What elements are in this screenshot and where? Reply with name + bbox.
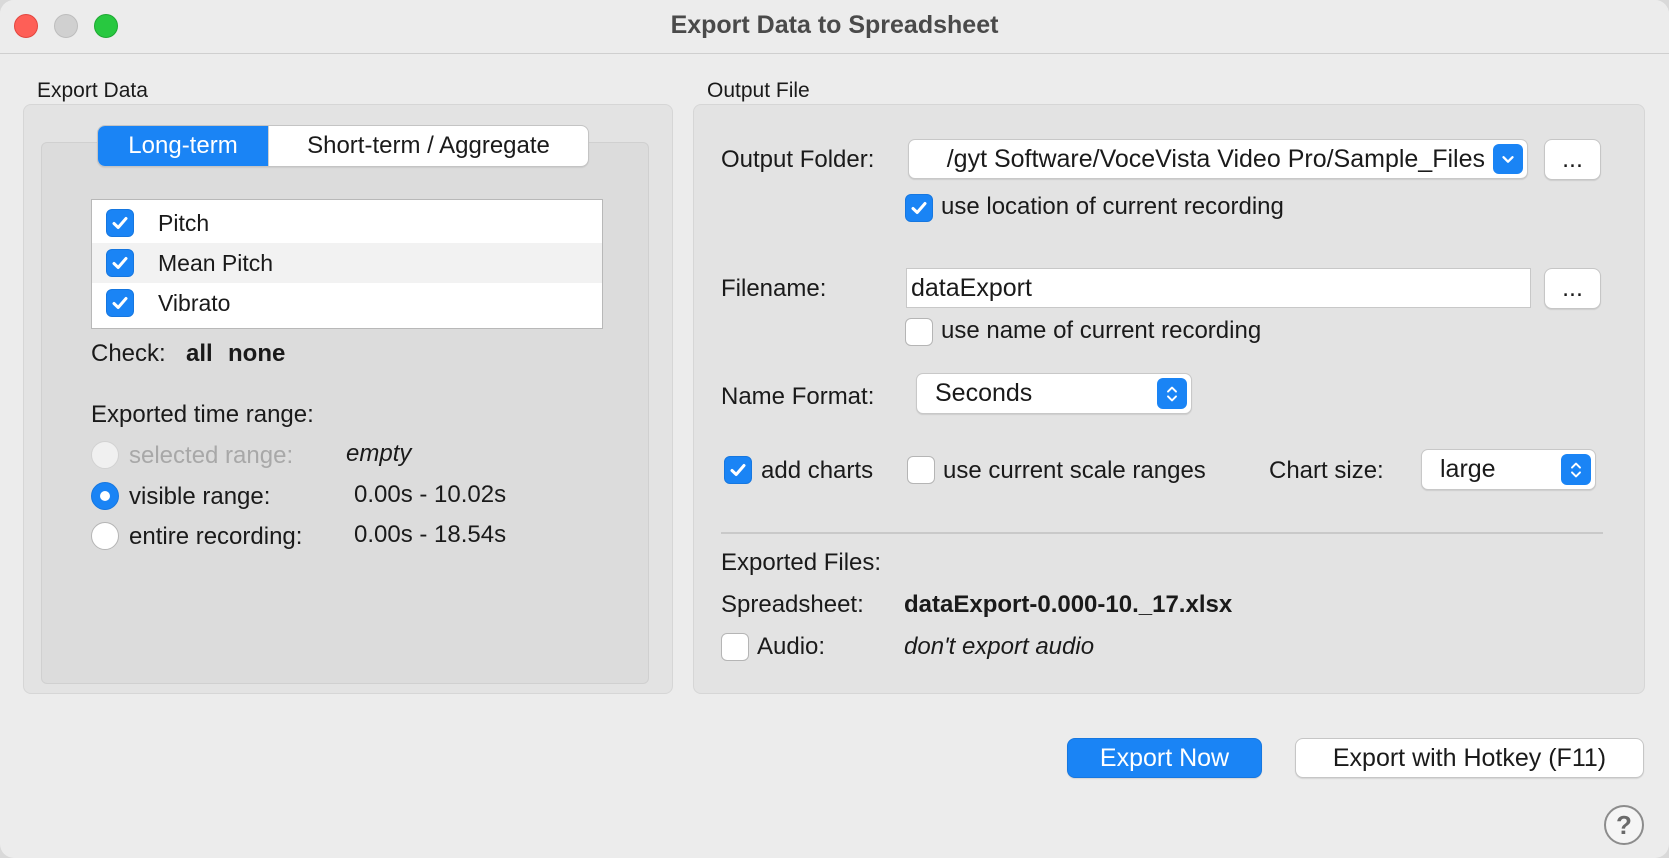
filename-input[interactable]: dataExport [906,268,1531,308]
time-range-label: Exported time range: [91,401,314,428]
updown-chevron-icon [1157,378,1187,409]
list-item-label: Mean Pitch [158,249,274,276]
export-now-button[interactable]: Export Now [1067,738,1262,778]
list-item[interactable]: Pitch [92,203,602,243]
list-item-label: Vibrato [158,289,231,316]
section-divider [721,532,1603,534]
visible-range-label: visible range: [129,483,271,510]
chart-size-label: Chart size: [1269,457,1384,484]
output-folder-value: /gyt Software/VoceVista Video Pro/Sample… [946,144,1485,173]
help-icon[interactable]: ? [1604,805,1644,845]
chevron-down-icon [1493,144,1523,174]
use-location-checkbox[interactable] [905,194,933,222]
title-bar: Export Data to Spreadsheet [0,0,1669,54]
use-location-label: use location of current recording [941,193,1284,220]
audio-checkbox[interactable] [721,633,749,661]
chart-size-select[interactable]: large [1421,449,1596,490]
filename-label: Filename: [721,275,827,302]
checkmark-icon [112,297,128,309]
checkmark-icon [112,217,128,229]
mean-pitch-checkbox[interactable] [106,249,134,277]
add-charts-label: add charts [761,457,874,484]
export-dialog-window: Export Data to Spreadsheet Export Data L… [0,0,1669,858]
tab-long-term[interactable]: Long-term [98,126,268,166]
filename-browse-button[interactable]: ... [1544,268,1601,309]
data-type-tabs: Long-term Short-term / Aggregate [97,125,589,167]
use-name-checkbox[interactable] [905,318,933,346]
check-none-link[interactable]: none [228,340,285,368]
checkmark-icon [730,464,746,476]
data-series-list: Pitch Mean Pitch Vibrato [91,199,603,329]
spreadsheet-filename: dataExport-0.000-10._17.xlsx [904,591,1233,618]
list-item-label: Pitch [158,209,210,236]
name-format-label: Name Format: [721,383,875,410]
selected-range-value: empty [346,440,412,467]
export-data-group-label: Export Data [37,79,148,102]
checkmark-icon [112,257,128,269]
tab-short-term-aggregate[interactable]: Short-term / Aggregate [268,126,588,166]
checkmark-icon [911,202,927,214]
spreadsheet-label: Spreadsheet: [721,591,864,618]
list-item[interactable]: Mean Pitch [92,243,602,283]
use-name-label: use name of current recording [941,317,1262,344]
audio-status: don't export audio [904,633,1095,660]
visible-range-value: 0.00s - 10.02s [354,481,507,508]
updown-chevron-icon [1561,454,1591,485]
selected-range-radio[interactable] [91,441,119,469]
audio-label: Audio: [757,633,826,660]
name-format-select[interactable]: Seconds [916,373,1192,414]
output-folder-select[interactable]: /gyt Software/VoceVista Video Pro/Sample… [908,139,1528,179]
vibrato-checkbox[interactable] [106,289,134,317]
list-item[interactable]: Vibrato [92,283,602,323]
export-with-hotkey-button[interactable]: Export with Hotkey (F11) [1295,738,1644,778]
window-title: Export Data to Spreadsheet [670,11,999,39]
visible-range-radio[interactable] [91,482,119,510]
output-file-group-label: Output File [707,79,810,102]
name-format-value: Seconds [935,379,1033,407]
check-all-link[interactable]: all [186,340,213,368]
output-folder-label: Output Folder: [721,146,875,173]
pitch-checkbox[interactable] [106,209,134,237]
entire-recording-value: 0.00s - 18.54s [354,521,507,548]
entire-recording-radio[interactable] [91,522,119,550]
scale-ranges-label: use current scale ranges [943,457,1206,484]
entire-recording-label: entire recording: [129,523,303,550]
selected-range-label: selected range: [129,442,294,469]
exported-files-label: Exported Files: [721,549,882,576]
output-folder-browse-button[interactable]: ... [1544,139,1601,180]
scale-ranges-checkbox[interactable] [907,456,935,484]
check-label: Check: [91,340,166,367]
chart-size-value: large [1440,455,1496,483]
add-charts-checkbox[interactable] [724,456,752,484]
